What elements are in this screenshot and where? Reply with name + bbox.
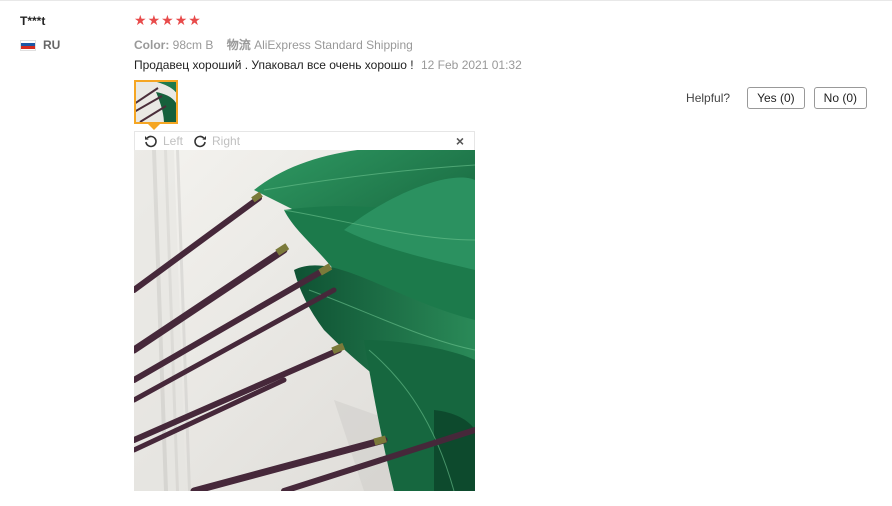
rotate-right-icon [194,135,207,148]
attribute-key: 物流 [226,38,251,52]
thumbnail-pointer [148,124,160,130]
viewer-toolbar: Left Right × [134,131,475,150]
review-text: Продавец хороший . Упаковал все очень хо… [134,58,414,72]
close-viewer-button[interactable]: × [456,134,464,148]
divider [0,0,892,1]
reviewer-country: RU [20,38,60,52]
helpful-label: Helpful? [686,91,731,105]
rotate-right-label: Right [212,134,241,148]
rotate-left-button[interactable]: Left [144,134,183,148]
star-icon: ★ [161,12,174,28]
star-icon: ★ [188,12,201,28]
star-icon: ★ [147,12,161,28]
rotate-left-label: Left [163,134,184,148]
reviewer-name: T***t [20,14,46,28]
attribute-value: AliExpress Standard Shipping [254,38,413,52]
russia-flag-icon [20,39,36,51]
review-date: 12 Feb 2021 01:32 [421,58,522,72]
photo-viewer: Left Right × [134,131,475,491]
review-photo-thumbnail[interactable] [134,80,178,124]
helpful-vote: Helpful? Yes (0) No (0) [686,87,867,109]
star-rating: ★ ★ ★ ★ ★ [134,13,202,27]
rotate-left-icon [145,135,157,148]
helpful-no-button[interactable]: No (0) [813,87,867,109]
attribute-value: 98cm B [172,38,214,52]
reviewer-info: T***t RU [20,14,60,52]
order-attributes: Color: 98cm B 物流 AliExpress Standard Shi… [134,36,423,53]
star-icon: ★ [134,12,147,28]
rotate-right-button[interactable]: Right [193,134,240,148]
review-content: Продавец хороший . Упаковал все очень хо… [134,58,522,72]
review-photo [134,150,475,491]
country-code: RU [43,38,61,52]
attribute-key: Color: [134,38,170,52]
leaves-thumbnail-icon [136,82,176,122]
star-icon: ★ [174,12,188,28]
helpful-yes-button[interactable]: Yes (0) [747,87,805,109]
